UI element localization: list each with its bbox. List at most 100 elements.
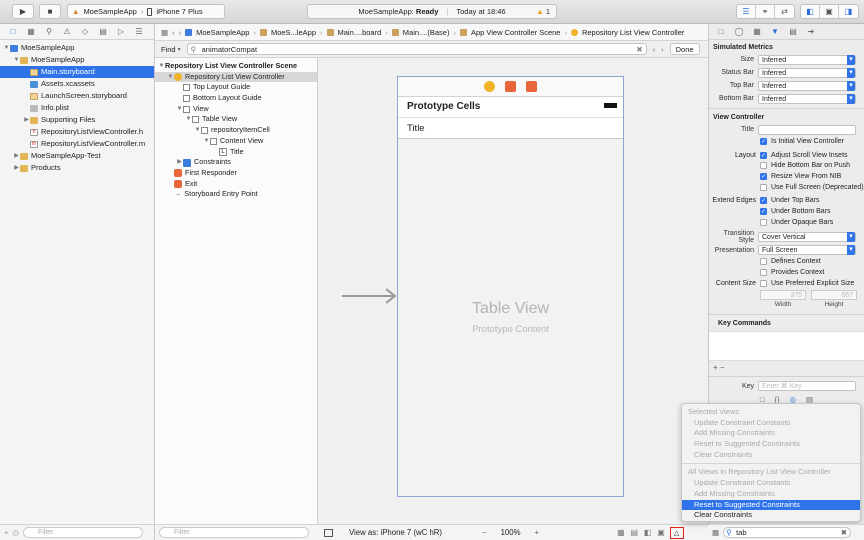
issue-icon[interactable]: ⚠ — [58, 27, 76, 36]
menu-item[interactable]: Reset to Suggested Constraints — [682, 499, 860, 511]
outline-item[interactable]: First Responder — [155, 168, 317, 179]
key-field[interactable]: Enter ⌘ Key — [758, 381, 856, 392]
file-tree-item[interactable]: LaunchScreen.storyboard — [0, 90, 154, 102]
metric-select[interactable]: Inferred — [758, 80, 856, 91]
attributes-inspector-icon[interactable]: ▼ — [766, 27, 784, 36]
size-inspector-icon[interactable]: ▤ — [784, 27, 802, 36]
metric-select[interactable]: Inferred — [758, 67, 856, 78]
checkbox-unchecked-icon[interactable] — [760, 218, 767, 226]
breadcrumb-item[interactable]: App View Controller Scene — [471, 28, 561, 37]
checkbox-checked-icon[interactable]: ✓ — [760, 172, 767, 180]
file-tree-item[interactable]: ▼ MoeSampleApp — [0, 42, 154, 54]
clear-icon[interactable]: ✖ — [841, 528, 847, 538]
breadcrumb-item[interactable]: Repository List View Controller — [582, 28, 684, 37]
grid-icon[interactable]: ▦ — [161, 28, 168, 37]
table-view-body[interactable]: Table View Prototype Content — [398, 139, 623, 496]
disclosure-icon[interactable]: ▼ — [167, 72, 174, 83]
checkbox-checked-icon[interactable]: ✓ — [760, 151, 767, 159]
presentation-select[interactable]: Full Screen — [758, 245, 856, 255]
stack-icon[interactable]: ▤ — [630, 528, 637, 537]
utilities-panel-icon[interactable]: ◨ — [839, 5, 858, 18]
transition-select[interactable]: Cover Vertical — [758, 232, 856, 242]
breadcrumb-item[interactable]: MoeSampleApp — [196, 28, 249, 37]
view-controller-icon[interactable] — [484, 81, 495, 92]
outline-filter-input[interactable]: Filter — [159, 527, 309, 538]
checkbox-checked-icon[interactable]: ✓ — [760, 207, 767, 215]
checkbox-row[interactable]: Under Opaque Bars — [709, 217, 864, 228]
cell-title-label[interactable]: Title — [407, 123, 425, 134]
breadcrumb-item[interactable]: Main....board — [338, 28, 382, 37]
outline-item[interactable]: Top Layout Guide — [155, 82, 317, 93]
disclosure-icon[interactable]: ▼ — [203, 136, 210, 147]
help-inspector-icon[interactable]: ◯ — [730, 27, 748, 36]
breadcrumb-item[interactable]: Main....(Base) — [403, 28, 450, 37]
outline-toggle-icon[interactable] — [324, 528, 333, 537]
test-icon[interactable]: ◇ — [76, 27, 94, 36]
run-button[interactable]: ▶ — [12, 4, 34, 19]
breakpoint-icon[interactable]: ▷ — [112, 27, 130, 36]
disclosure-icon[interactable]: ▼ — [176, 104, 183, 115]
disclosure-icon[interactable]: ▼ — [158, 61, 165, 72]
height-field[interactable]: 667 — [811, 289, 857, 300]
back-icon[interactable]: ‹ — [172, 28, 175, 37]
update-frames-icon[interactable]: ▦ — [617, 528, 624, 537]
connections-inspector-icon[interactable]: ➜ — [802, 27, 820, 36]
symbol-icon[interactable]: ▦ — [22, 27, 40, 36]
outline-item[interactable]: Bottom Layout Guide — [155, 93, 317, 104]
disclosure-icon[interactable]: ▶ — [13, 162, 20, 174]
disclosure-icon[interactable]: ▶ — [13, 150, 20, 162]
checkbox-unchecked-icon[interactable] — [760, 183, 767, 191]
add-icon[interactable]: + — [713, 363, 718, 372]
find-input[interactable]: ⚲ animatorCompat ✖ — [186, 43, 647, 55]
zoom-out-icon[interactable]: − — [482, 528, 487, 537]
provides-context-row[interactable]: Provides Context — [709, 267, 864, 278]
folder-icon[interactable]: □ — [4, 27, 22, 36]
file-tree-item[interactable]: ▶ Products — [0, 162, 154, 174]
outline-item[interactable]: ▶ Constraints — [155, 157, 317, 168]
outline-item[interactable]: ▼ Content View — [155, 136, 317, 147]
checkbox-unchecked-icon[interactable] — [760, 162, 767, 170]
checkbox-row[interactable]: Use Full Screen (Deprecated) — [709, 182, 864, 193]
remove-icon[interactable]: − — [720, 363, 725, 372]
clear-icon[interactable]: ✖ — [636, 44, 642, 55]
debug-panel-icon[interactable]: ▣ — [820, 5, 839, 18]
outline-item[interactable]: L Title — [155, 147, 317, 158]
disclosure-icon[interactable]: ▼ — [13, 54, 20, 66]
checkbox-checked-icon[interactable]: ✓ — [760, 137, 767, 145]
done-button[interactable]: Done — [669, 43, 700, 55]
view-as-button[interactable]: View as: iPhone 7 (wC hR) — [349, 528, 442, 537]
initial-vc-checkbox-row[interactable]: ✓ Is Initial View Controller — [709, 136, 864, 147]
file-inspector-icon[interactable]: □ — [712, 27, 730, 36]
file-tree-item[interactable]: Assets.xcassets — [0, 78, 154, 90]
storyboard-entry-arrow[interactable] — [340, 287, 398, 305]
breadcrumb-item[interactable]: MoeS...leApp — [271, 28, 316, 37]
disclosure-icon[interactable]: ▶ — [176, 157, 183, 168]
assistant-editor-icon[interactable]: ⚭ — [756, 5, 775, 18]
forward-icon[interactable]: › — [179, 28, 182, 37]
align-icon[interactable]: ◧ — [644, 528, 651, 537]
outline-item[interactable]: ▼ repositoryItemCell — [155, 125, 317, 136]
stop-button[interactable]: ■ — [39, 4, 61, 19]
file-tree-item[interactable]: m RepositoryListViewController.m — [0, 138, 154, 150]
navigator-panel-icon[interactable]: ◧ — [801, 5, 820, 18]
disclosure-icon[interactable]: ▼ — [194, 125, 201, 136]
search-icon[interactable]: ⚲ — [40, 27, 58, 36]
prev-result-icon[interactable]: ‹ — [653, 45, 656, 54]
outline-item[interactable]: ▼ Table View — [155, 114, 317, 125]
view-controller-scene[interactable]: Prototype Cells Title Table View Prototy… — [397, 76, 624, 497]
checkbox-row[interactable]: Hide Bottom Bar on Push — [709, 160, 864, 171]
checkbox-unchecked-icon[interactable] — [760, 279, 767, 287]
outline-item[interactable]: ▼ Repository List View Controller — [155, 71, 317, 83]
width-field[interactable]: 375 — [760, 289, 806, 300]
find-mode-select[interactable]: Find — [161, 45, 176, 54]
checkbox-row[interactable]: Extend Edges ✓ Under Top Bars — [709, 195, 864, 206]
outline-item[interactable]: ▼ View — [155, 104, 317, 115]
library-filter-input[interactable]: ⚲ tab ✖ — [723, 527, 852, 538]
checkbox-row[interactable]: Layout ✓ Adjust Scroll View Insets — [709, 150, 864, 161]
checkbox-unchecked-icon[interactable] — [760, 258, 767, 266]
checkbox-row[interactable]: ✓ Resize View From NIB — [709, 171, 864, 182]
file-tree-item[interactable]: Info.plist — [0, 102, 154, 114]
metric-select[interactable]: Inferred — [758, 93, 856, 104]
metric-select[interactable]: Inferred — [758, 54, 856, 65]
recent-icon[interactable]: ◷ — [12, 528, 19, 537]
